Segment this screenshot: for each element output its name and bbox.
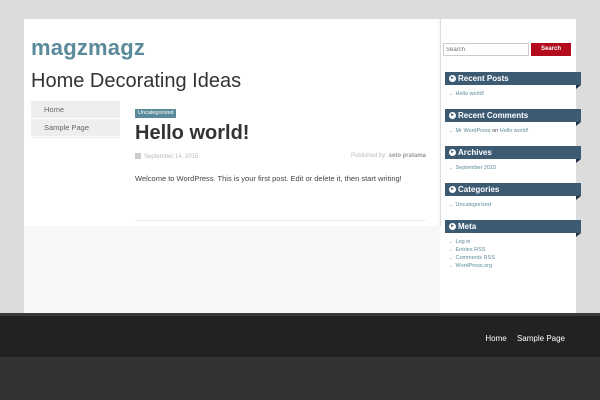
post-meta: September 14, 2015 Published by: seto pr… bbox=[135, 153, 426, 162]
arrow-icon: → bbox=[448, 247, 454, 253]
post-divider bbox=[135, 220, 426, 221]
post-byline: Published by: seto pratama bbox=[351, 153, 426, 159]
circle-arrow-right-icon: ▸ bbox=[449, 223, 456, 230]
circle-arrow-right-icon: ▸ bbox=[449, 149, 456, 156]
arrow-icon: → bbox=[448, 239, 454, 245]
post: Uncategorized Hello world! September 14,… bbox=[135, 101, 426, 183]
list-item[interactable]: → Log in bbox=[448, 238, 581, 246]
circle-arrow-right-icon: ▸ bbox=[449, 112, 456, 119]
arrow-icon: → bbox=[448, 91, 454, 97]
list-item: → Mr WordPress on Hello world! bbox=[448, 128, 529, 134]
content-area: magzmagz Home Decorating Ideas Home Samp… bbox=[24, 19, 438, 226]
footer-bottom bbox=[0, 357, 600, 400]
footer-top-border bbox=[0, 313, 600, 316]
widget-title: ▸ Categories bbox=[445, 183, 581, 200]
comment-author[interactable]: Mr WordPress bbox=[456, 128, 491, 134]
search-button[interactable]: Search bbox=[531, 43, 571, 56]
widget-archives: ▸ Archives → September 2015 bbox=[445, 146, 581, 172]
widget-title: ▸ Recent Posts bbox=[445, 72, 581, 89]
footer-nav-sample-page[interactable]: Sample Page bbox=[517, 334, 565, 343]
calendar-icon bbox=[135, 153, 141, 159]
category-badge[interactable]: Uncategorized bbox=[135, 108, 177, 118]
arrow-icon: → bbox=[448, 128, 454, 134]
site-title[interactable]: magzmagz bbox=[31, 35, 145, 61]
footer: Home Sample Page bbox=[0, 313, 600, 357]
list-item[interactable]: → Hello world! bbox=[448, 90, 581, 98]
post-body: Welcome to WordPress. This is your first… bbox=[135, 174, 402, 183]
search-input[interactable] bbox=[443, 43, 529, 56]
list-item[interactable]: → Comments RSS bbox=[448, 254, 581, 262]
sidebar: Search ▸Recent Posts →Hello world! ▸Rece… bbox=[440, 19, 581, 313]
widget-title: ▸ Recent Comments bbox=[445, 109, 581, 126]
widget-title: ▸ Meta bbox=[445, 220, 581, 237]
arrow-icon: → bbox=[448, 202, 454, 208]
list-item[interactable]: → September 2015 bbox=[448, 164, 581, 172]
list-item[interactable]: → WordPress.org bbox=[448, 262, 581, 270]
comment-post[interactable]: Hello world! bbox=[500, 128, 529, 134]
widget-title: ▸ Archives bbox=[445, 146, 581, 163]
arrow-icon: → bbox=[448, 263, 454, 269]
footer-nav-home[interactable]: Home bbox=[485, 334, 506, 343]
page-container: magzmagz Home Decorating Ideas Home Samp… bbox=[24, 19, 581, 313]
widget-meta: ▸ Meta → Log in → Entries RSS → Comments RSS… bbox=[445, 220, 581, 270]
arrow-icon: → bbox=[448, 255, 454, 261]
side-nav-item-sample-page[interactable]: Sample Page bbox=[31, 119, 120, 137]
sidebar-divider bbox=[440, 19, 441, 226]
byline-prefix: Published by: bbox=[350, 153, 387, 159]
arrow-icon: → bbox=[448, 165, 454, 171]
post-title[interactable]: Hello world! bbox=[135, 122, 426, 145]
widget-recent-comments: ▸ Recent Comments → Mr WordPress on Hello … bbox=[445, 109, 581, 135]
post-date: September 14, 2015 bbox=[135, 153, 198, 160]
footer-nav: Home Sample Page bbox=[477, 334, 565, 343]
widget-recent-posts: ▸ Recent Posts → Hello world! bbox=[445, 72, 581, 98]
circle-arrow-right-icon: ▸ bbox=[449, 186, 456, 193]
circle-arrow-right-icon: ▸ bbox=[449, 75, 456, 82]
post-date-text: September 14, 2015 bbox=[144, 154, 199, 160]
list-item[interactable]: → Uncategorized bbox=[448, 201, 581, 209]
list-item[interactable]: → Entries RSS bbox=[448, 246, 581, 254]
side-nav: Home Sample Page bbox=[31, 101, 120, 138]
site-description: Home Decorating Ideas bbox=[31, 70, 242, 92]
widget-categories: ▸ Categories → Uncategorized bbox=[445, 183, 581, 209]
side-nav-item-home[interactable]: Home bbox=[31, 101, 120, 119]
post-author[interactable]: seto pratama bbox=[389, 153, 426, 159]
